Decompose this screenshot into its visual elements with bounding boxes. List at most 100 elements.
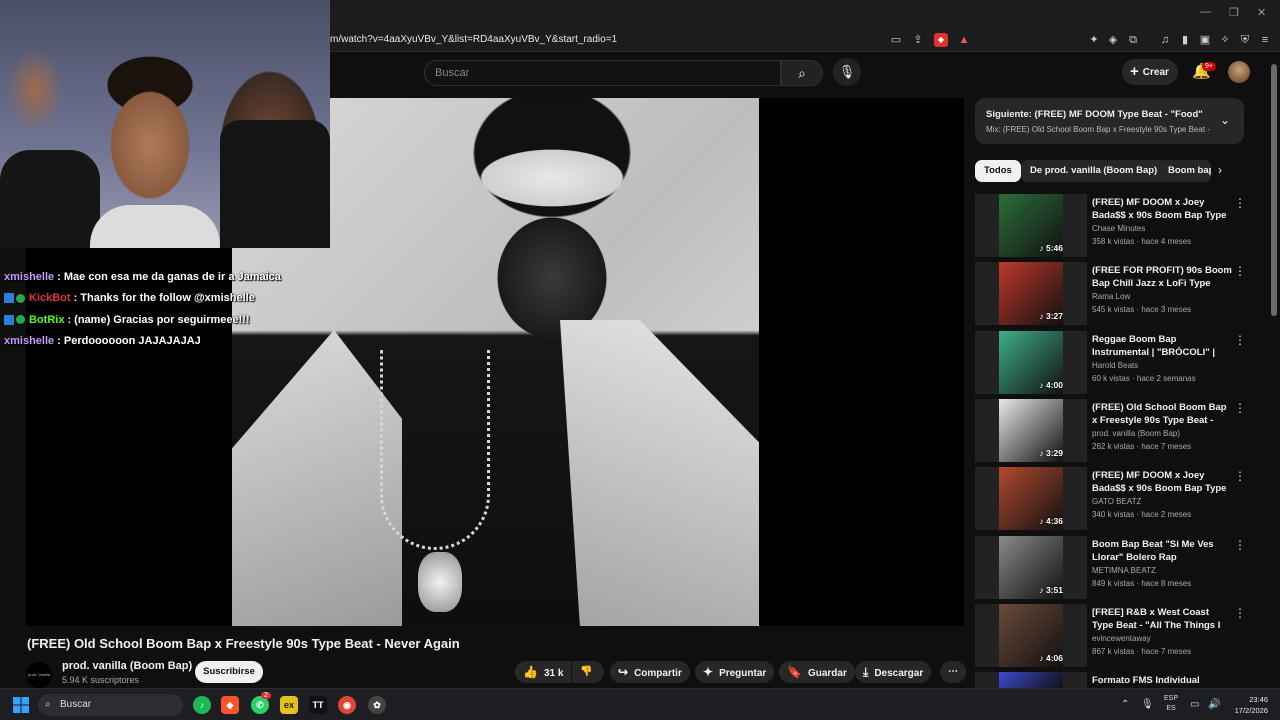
recommended-video-title[interactable]: (FREE FOR PROFIT) 90s Boom Bap Chill Jaz… [1092,264,1232,290]
recommended-video[interactable]: ♪ 3:29 (FREE) Old School Boom Bap x Frees… [975,399,1246,465]
chip-all[interactable]: Todos [975,160,1021,182]
more-vertical-icon[interactable]: ⋮ [1234,469,1246,483]
video-thumbnail[interactable]: ♪ 3:27 [975,262,1087,325]
recommended-channel-name[interactable]: prod. vanilla (Boom Bap) [1092,429,1180,438]
video-thumbnail[interactable]: ♪ 3:51 [975,536,1087,599]
brave-icon[interactable]: ◆ [221,696,239,714]
duration-text: 3:51 [1045,585,1063,595]
recommended-video[interactable]: ♪ 3:51 Boom Bap Beat "Si Me Ves Llorar" B… [975,536,1246,602]
up-next-panel[interactable]: Siguiente: (FREE) MF DOOM Type Beat - "F… [975,98,1244,144]
duration-text: 4:06 [1045,653,1063,663]
chip-boom-bap[interactable]: Boom bap [1159,160,1211,182]
recommended-channel-name[interactable]: Rama Low [1092,292,1130,301]
media-icon[interactable]: ♫ [1158,33,1172,47]
channel-avatar[interactable]: prod. Vanilla [26,662,52,688]
search-button[interactable]: ⌕ [781,60,823,86]
menu-icon[interactable]: ≡ [1258,33,1272,47]
video-thumbnail[interactable]: ♪ 4:06 [975,604,1087,667]
more-vertical-icon[interactable]: ⋮ [1234,333,1246,347]
dislike-button[interactable]: 👎 [572,661,604,683]
recommended-video[interactable]: Formato FMS Individual [975,672,1245,688]
recommended-video-title[interactable]: Formato FMS Individual [1092,674,1232,687]
ask-button[interactable]: ✦ Preguntar [695,661,775,683]
recommended-video-meta: 867 k vistas · hace 7 meses [1092,647,1192,656]
tiktok-studio-icon[interactable]: TT [309,696,327,714]
recommended-video[interactable]: ♪ 4:00 Reggae Boom Bap Instrumental | "BR… [975,331,1246,397]
screenshot-icon[interactable]: ⧉ [1126,33,1140,47]
video-thumbnail[interactable]: ♪ 4:00 [975,331,1087,394]
recommended-video[interactable]: ♪ 4:06 [FREE] R&B x West Coast Type Beat … [975,604,1246,670]
recommended-video[interactable]: ♪ 4:36 (FREE) MF DOOM x Joey Bada$$ x 90s… [975,467,1246,533]
recommended-channel-name[interactable]: GATO BEATZ [1092,497,1141,506]
clock[interactable]: 23:46 17/2/2026 [1226,694,1268,716]
spotify-icon[interactable]: ♪ [193,696,211,714]
share-page-icon[interactable]: ⇪ [911,33,925,47]
recommended-channel-name[interactable]: Harold Beats [1092,361,1138,370]
taskbar-search[interactable]: ⌕ Buscar [38,694,183,716]
brave-shields-icon[interactable]: ◆ [934,33,948,47]
recommended-video-title[interactable]: (FREE) MF DOOM x Joey Bada$$ x 90s Boom … [1092,196,1232,222]
chevron-right-icon[interactable]: › [1218,163,1222,177]
wallet-icon[interactable]: ▣ [1198,33,1212,47]
video-thumbnail[interactable]: ♪ 4:36 [975,467,1087,530]
channel-name[interactable]: prod. vanilla (Boom Bap) [62,660,192,672]
more-vertical-icon[interactable]: ⋮ [1234,196,1246,210]
page-scrollbar[interactable] [1271,64,1277,316]
video-thumbnail[interactable]: ♪ 5:46 [975,194,1087,257]
app-icon[interactable]: ✿ [368,696,386,714]
recommended-video-title[interactable]: [FREE] R&B x West Coast Type Beat - "All… [1092,606,1232,632]
recommended-video-title[interactable]: (FREE) MF DOOM x Joey Bada$$ x 90s Boom … [1092,469,1232,495]
chat-username: xmishelle [4,270,55,283]
recommended-video-title[interactable]: (FREE) Old School Boom Bap x Freestyle 9… [1092,401,1232,427]
recommended-channel-name[interactable]: METIMNA BEATZ [1092,566,1156,575]
minimize-icon[interactable]: — [1200,6,1211,18]
more-vertical-icon[interactable]: ⋮ [1234,606,1246,620]
video-thumbnail[interactable] [975,672,1087,688]
subscribe-button[interactable]: Suscribirse [195,661,263,683]
search-input[interactable]: Buscar [424,60,781,86]
up-next-playlist: Mix: (FREE) Old School Boom Bap x Freest… [986,125,1211,134]
video-duration: ♪ 3:27 [1039,311,1063,321]
recommended-video[interactable]: ♪ 5:46 (FREE) MF DOOM x Joey Bada$$ x 90s… [975,194,1246,260]
leo-icon[interactable]: ✧ [1218,33,1232,47]
vpn-icon[interactable]: ⛨ [1238,33,1252,47]
save-button[interactable]: 🔖 Guardar [779,661,855,683]
recommended-video-title[interactable]: Reggae Boom Bap Instrumental | "BRÓCOLI"… [1092,333,1232,359]
stream-chat: xmishelle: Mae con esa me da ganas de ir… [4,266,334,352]
recommended-video[interactable]: ♪ 3:27 (FREE FOR PROFIT) 90s Boom Bap Chi… [975,262,1246,328]
cast-icon[interactable]: ▭ [889,33,903,47]
account-avatar[interactable] [1228,61,1250,83]
url-text[interactable]: m/watch?v=4aaXyuVBv_Y&list=RD4aaXyuVBv_Y… [330,34,617,45]
rewards-icon[interactable]: ▲ [957,33,971,47]
more-vertical-icon[interactable]: ⋮ [1234,401,1246,415]
create-button[interactable]: + Crear [1122,59,1178,85]
recommended-channel-name[interactable]: Chase Minutes [1092,224,1145,233]
more-vertical-icon[interactable]: ⋮ [1234,264,1246,278]
excel-like-app-icon[interactable]: ex [280,696,298,714]
more-vertical-icon[interactable]: ⋮ [1234,538,1246,552]
sidebar-icon[interactable]: ▮ [1178,33,1192,47]
recommended-channel-name[interactable]: evincewentaway [1092,634,1151,643]
record-app-icon[interactable]: ◉ [338,696,356,714]
close-icon[interactable]: ✕ [1257,6,1266,19]
language-indicator[interactable]: ESP ES [1164,694,1178,714]
network-icon[interactable]: ▭ [1190,699,1199,710]
voice-search-button[interactable]: 🎙 [833,58,861,86]
ask-label: Preguntar [719,668,767,679]
share-button[interactable]: ↪ Compartir [610,661,690,683]
mic-tray-icon[interactable]: 🎙 [1141,699,1154,710]
volume-icon[interactable]: 🔊 [1208,699,1220,710]
clock-time: 23:46 [1249,695,1268,704]
video-thumbnail[interactable]: ♪ 3:29 [975,399,1087,462]
extension-icon[interactable]: ✦ [1087,33,1101,47]
recommended-video-title[interactable]: Boom Bap Beat "Si Me Ves Llorar" Bolero … [1092,538,1232,564]
windows-start-icon[interactable] [13,697,29,713]
download-button[interactable]: ⤓ Descargar [855,661,932,683]
chip-from-channel[interactable]: De prod. vanilla (Boom Bap) [1021,160,1167,182]
tray-overflow-icon[interactable]: ⌃ [1121,699,1129,710]
chevron-down-icon[interactable]: ⌄ [1220,113,1230,127]
like-button[interactable]: 👍 31 k [515,661,571,683]
restore-icon[interactable]: ❐ [1229,6,1239,19]
extension-icon[interactable]: ◈ [1106,33,1120,47]
more-actions-button[interactable]: ⋯ [940,661,966,683]
